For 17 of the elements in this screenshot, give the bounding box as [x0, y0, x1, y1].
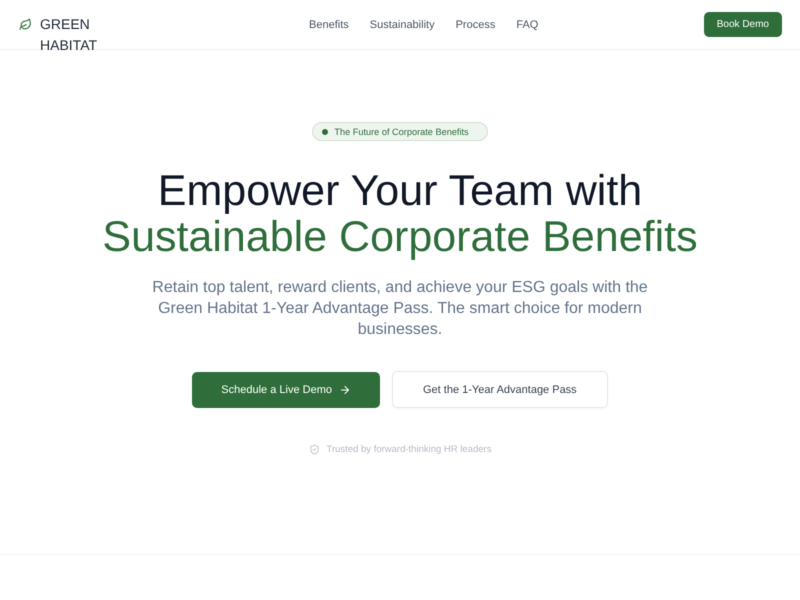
dot-icon	[322, 128, 328, 134]
nav-link[interactable]: Sustainability	[370, 18, 435, 30]
brand-name: GREEN HABITAT	[40, 15, 96, 55]
advantage-pass-button[interactable]: Get the 1-Year Advantage Pass	[392, 371, 608, 408]
book-demo-button[interactable]: Book Demo	[704, 12, 782, 37]
shield-check-icon	[308, 444, 320, 455]
headline-highlight: Sustainable Corporate Benefits	[102, 214, 698, 260]
trust-note: Trusted by forward-thinking HR leaders	[326, 444, 492, 455]
leaf-icon	[19, 18, 32, 31]
tagline-text: The Future of Corporate Benefits	[334, 126, 469, 136]
arrow-right-icon	[338, 384, 351, 396]
nav-link[interactable]: FAQ	[516, 18, 538, 30]
schedule-demo-button[interactable]: Schedule a Live Demo	[192, 372, 380, 408]
hero-description: Retain top talent, reward clients, and achieve your ESG goals with the Green Habitat 1-Year Advantage Pass. The smart choice for modern businesses.	[151, 278, 649, 340]
nav-link[interactable]: Benefits	[309, 18, 349, 30]
nav-link[interactable]: Process	[456, 18, 496, 30]
headline-text: Empower Your Team with	[158, 168, 642, 214]
